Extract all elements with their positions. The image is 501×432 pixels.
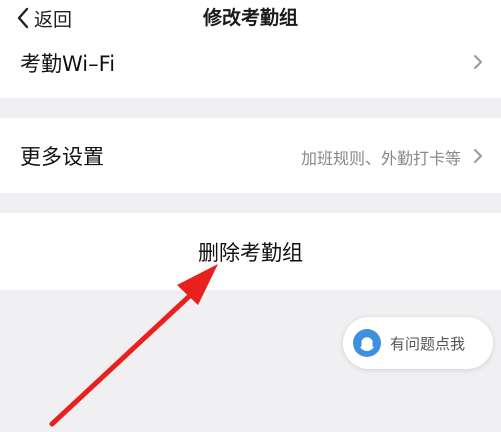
annotation-arrow [49, 264, 218, 427]
